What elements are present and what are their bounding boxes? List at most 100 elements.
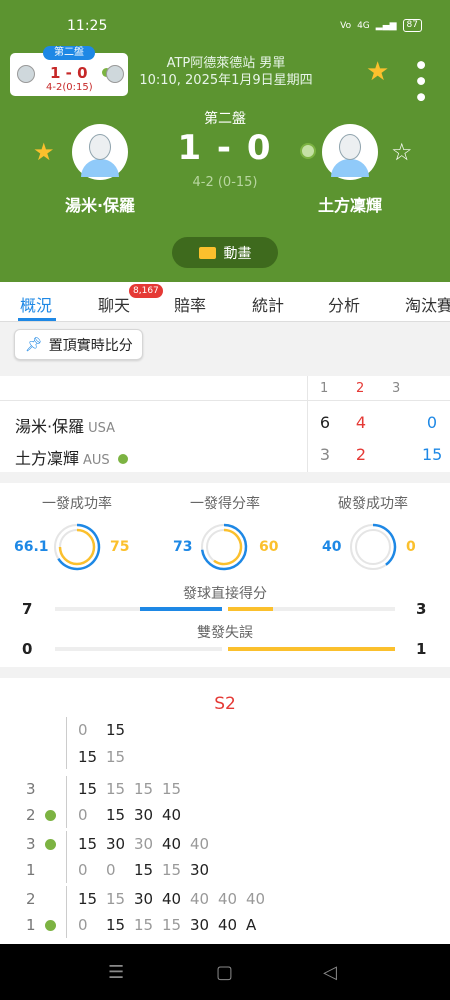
point-score: 0 — [78, 806, 88, 824]
court-icon — [198, 246, 216, 259]
point-score: 15 — [78, 835, 98, 853]
player1-name[interactable]: 湯米·保羅 — [40, 192, 160, 216]
point-score: 40 — [162, 835, 182, 853]
set-score-table: 1 2 3 湯米·保羅 USA 6 4 0 土方凜輝 AUS 3 2 15 — [0, 376, 450, 472]
player1-favorite-star-icon[interactable]: ★ — [33, 138, 55, 166]
home-icon[interactable]: ▢ — [216, 962, 233, 983]
game-divider — [66, 776, 67, 828]
game-score: 1 — [26, 916, 36, 934]
player2-avatar[interactable] — [322, 124, 378, 180]
game-divider — [66, 831, 67, 883]
point-score: 15 — [162, 780, 182, 798]
point-score: 30 — [134, 890, 154, 908]
point-score: 30 — [190, 861, 210, 879]
system-nav-bar: ☰ ▢ ◁ — [0, 944, 450, 1000]
main-score: 1 - 0 — [177, 128, 273, 168]
player2-country: AUS — [83, 453, 110, 468]
tab-overview[interactable]: 概況 — [20, 292, 52, 316]
tab-knockout[interactable]: 淘汰賽 — [405, 292, 450, 316]
pin-live-score-button[interactable]: 📌︎ 置頂實時比分 — [14, 329, 143, 360]
player2-table-name: 土方凜輝 — [15, 449, 80, 468]
mini-set-tag: 第二盤 — [43, 46, 95, 60]
player1-avatar[interactable] — [72, 124, 128, 180]
stat-donut — [350, 523, 397, 570]
stat-label: 一發得分率 — [190, 496, 260, 512]
player2-favorite-star-icon[interactable]: ☆ — [391, 138, 413, 166]
stat-left-value: 40 — [322, 539, 342, 555]
point-score: 15 — [106, 721, 126, 739]
bar-fill-right — [228, 607, 274, 611]
serving-icon — [45, 839, 56, 850]
point-score: 15 — [162, 861, 182, 879]
status-icons: Vo 4G ▂▄▆ 87 — [340, 19, 422, 32]
volte-icon: Vo — [340, 20, 352, 31]
chat-count-badge: 8,167 — [129, 284, 163, 298]
bar-right-value: 1 — [416, 640, 427, 658]
point-score: 0 — [78, 721, 88, 739]
point-score: 30 — [134, 806, 154, 824]
bar-title: 發球直接得分 — [183, 586, 267, 602]
point-score: 15 — [78, 780, 98, 798]
game-score: 3 — [26, 835, 36, 853]
match-header: 11:25 Vo 4G ▂▄▆ 87 第二盤 1 - 0 4-2(0:15) A… — [0, 0, 450, 282]
player2-row-name[interactable]: 土方凜輝 AUS — [15, 445, 128, 469]
player1-row-name[interactable]: 湯米·保羅 USA — [15, 413, 115, 437]
stat-left-value: 73 — [173, 539, 193, 555]
stat-label: 破發成功率 — [338, 496, 408, 512]
stat-label: 一發成功率 — [42, 496, 112, 512]
bar-left-value: 0 — [22, 640, 33, 658]
point-score: 15 — [134, 780, 154, 798]
point-score: 30 — [190, 916, 210, 934]
game-divider — [66, 717, 67, 769]
animation-label: 動畫 — [223, 245, 252, 262]
game-divider — [66, 886, 67, 938]
player2-name[interactable]: 土方凜輝 — [290, 192, 410, 216]
set-header: 3 — [392, 381, 401, 396]
mini-sub-score: 4-2(0:15) — [46, 82, 93, 93]
set-header: 2 — [356, 381, 365, 396]
pin-button-label: 置頂實時比分 — [48, 337, 133, 354]
stat-donut — [200, 523, 248, 571]
tab-chat[interactable]: 聊天 — [98, 292, 130, 316]
point-score: 40 — [246, 890, 266, 908]
point-score: 40 — [218, 916, 238, 934]
player2-set2: 2 — [355, 445, 367, 464]
point-score: 40 — [190, 835, 210, 853]
point-score: 15 — [106, 890, 126, 908]
point-by-point-panel: S2 0 15 15 15 3 15 15 15 15 2 0 15 30 40 3 15 30 30 40 40 1 0… — [0, 678, 450, 944]
point-score: 15 — [78, 748, 98, 766]
serving-icon — [45, 810, 56, 821]
signal-icon: 4G — [357, 20, 370, 31]
status-bar: 11:25 Vo 4G ▂▄▆ 87 — [0, 18, 450, 38]
mini-scoreboard[interactable]: 第二盤 1 - 0 4-2(0:15) — [10, 46, 128, 96]
battery-icon: 87 — [402, 19, 422, 32]
tournament-name: ATP阿德萊德站 男單 — [166, 56, 286, 71]
bar-fill-left — [140, 607, 222, 611]
point-score: 15 — [134, 861, 154, 879]
point-score: 15 — [106, 806, 126, 824]
favorite-star-icon[interactable]: ★ — [366, 57, 389, 87]
set-title: S2 — [214, 694, 236, 714]
tab-odds[interactable]: 賠率 — [174, 292, 206, 316]
point-score: 30 — [134, 835, 154, 853]
tab-analysis[interactable]: 分析 — [328, 292, 360, 316]
stats-panel: 一發成功率 一發得分率 破發成功率 66.1 75 73 60 40 0 發球直… — [0, 483, 450, 667]
point-score: 15 — [78, 890, 98, 908]
game-score: 3 — [26, 780, 36, 798]
tournament-info: ATP阿德萊德站 男單 10:10, 2025年1月9日星期四 — [136, 55, 316, 89]
back-icon[interactable]: ◁ — [323, 962, 337, 983]
menu-icon[interactable]: ☰ — [108, 962, 124, 983]
bar-track-left — [55, 647, 222, 651]
animation-button[interactable]: 動畫 — [172, 237, 278, 268]
set-header: 1 — [320, 381, 329, 396]
bar-fill-right — [228, 647, 395, 651]
game-score: 2 — [26, 806, 36, 824]
tab-stats[interactable]: 統計 — [252, 292, 284, 316]
player1-points: 0 — [426, 413, 438, 432]
more-options-icon[interactable]: ••• — [407, 58, 432, 106]
point-score: 30 — [106, 835, 126, 853]
point-score: 15 — [162, 916, 182, 934]
mini-score: 1 - 0 — [50, 64, 88, 82]
stat-left-value: 66.1 — [14, 539, 49, 555]
serving-indicator-icon — [300, 143, 316, 159]
